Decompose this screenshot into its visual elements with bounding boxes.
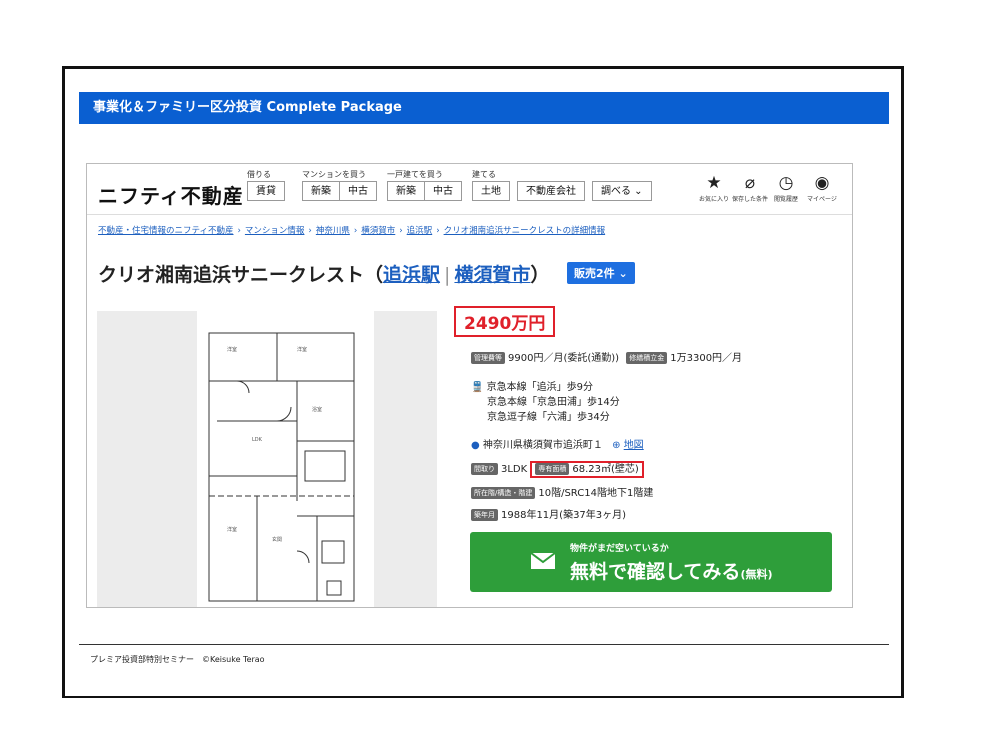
property-page-screenshot: ニフティ不動産 借りる 賃貸 マンションを買う 新築 中古 一戸建てを買う 新築… [86,163,853,608]
page-title: クリオ湘南追浜サニークレスト（追浜駅 | 横須賀市） [98,260,549,287]
floorplan-image[interactable]: 洋室 洋室 LDK 浴室 洋室 玄関 [97,311,437,607]
nav-mansion-used-button[interactable]: 中古 [339,181,377,201]
nav-caption: 一戸建てを買う [387,170,443,179]
history-icon: ◷ [778,173,794,193]
built-tag: 築年月 [471,509,498,521]
breadcrumb: 不動産・住宅情報のニフティ不動産 › マンション情報 › 神奈川県 › 横須賀市 › 追浜駅 › ク… [98,224,605,236]
address-row: ● 神奈川県横須賀市追浜町１ ⊕ 地図 [471,436,644,451]
svg-text:LDK: LDK [252,437,263,443]
favorites-button[interactable]: ★ お気に入り [696,172,732,203]
paperclip-icon: ⌀ [744,173,756,193]
history-label: 閲覧履歴 [773,196,798,203]
nav-group-rent: 借りる 賃貸 [247,169,285,201]
repair-fund-tag: 修繕積立金 [626,352,668,364]
chevron-right-icon: › [436,226,440,236]
saved-conditions-label: 保存した条件 [732,196,769,203]
nav-caption: 借りる [247,170,271,179]
mgmt-fee-tag: 管理費等 [471,352,505,364]
nav-land-button[interactable]: 土地 [472,181,510,201]
crosshair-icon: ⊕ [612,440,621,451]
svg-text:浴室: 浴室 [312,406,322,413]
cta-label: 無料で確認してみる(無料) [570,561,773,583]
area-value: 68.23㎡(壁芯) [572,464,639,475]
map-pin-icon: ● [471,440,480,451]
nav-caption: マンションを買う [302,170,366,179]
access-line: 京急逗子線「六浦」歩34分 [487,412,610,423]
breadcrumb-city[interactable]: 横須賀市 [361,226,395,236]
floor-row: 所在階/構造・階建 10階/SRC14階地下1階建 [471,484,653,499]
title-close: ） [530,264,550,286]
slide: 事業化＆ファミリー区分投資 Complete Package ニフティ不動産 借… [62,66,904,698]
star-icon: ★ [706,173,722,193]
layout-tag: 間取り [471,463,498,475]
city-link[interactable]: 横須賀市 [454,264,530,286]
header-divider [87,214,852,215]
chevron-right-icon: › [308,226,312,236]
area-tag: 専有面積 [535,463,570,475]
saved-conditions-button[interactable]: ⌀ 保存した条件 [732,172,768,203]
mypage-label: マイページ [807,196,837,203]
slide-footer: プレミア投資部特別セミナー ©Keisuke Terao [90,655,265,664]
mail-icon [530,552,556,569]
nav-agency-button[interactable]: 不動産会社 [517,181,585,201]
station-link[interactable]: 追浜駅 [383,264,440,286]
access-list: 🚆 京急本線「追浜」歩9分 京急本線「京急田浦」歩14分 京急逗子線「六浦」歩3… [471,378,620,423]
property-name: クリオ湘南追浜サニークレスト（ [98,264,384,286]
layout-row: 間取り 3LDK 専有面積 68.23㎡(壁芯) [471,460,644,478]
user-icon: ◉ [814,173,830,193]
access-line: 京急本線「京急田浦」歩14分 [487,397,620,408]
breadcrumb-current[interactable]: クリオ湘南追浜サニークレストの詳細情報 [444,226,606,236]
favorites-label: お気に入り [698,196,729,203]
cta-suffix: (無料) [740,568,773,581]
area-highlight: 専有面積 68.23㎡(壁芯) [530,461,644,478]
svg-text:玄関: 玄関 [272,536,282,543]
train-icon: 🚆 [471,382,484,393]
nav-group-house: 一戸建てを買う 新築 中古 [387,169,462,201]
breadcrumb-home[interactable]: 不動産・住宅情報のニフティ不動産 [98,226,234,236]
breadcrumb-station[interactable]: 追浜駅 [407,226,433,236]
check-availability-button[interactable]: 物件がまだ空いているか 無料で確認してみる(無料) [470,532,832,592]
slide-banner: 事業化＆ファミリー区分投資 Complete Package [79,92,889,124]
nav-caption: 建てる [472,170,496,179]
chevron-right-icon: › [237,226,241,236]
user-toolbar: ★ お気に入り ⌀ 保存した条件 ◷ 閲覧履歴 ◉ マイページ [696,172,840,203]
chevron-right-icon: › [353,226,358,236]
nav-rent-button[interactable]: 賃貸 [247,181,285,201]
price-label: 2490万円 [454,306,556,337]
svg-text:洋室: 洋室 [227,526,237,533]
breadcrumb-mansion[interactable]: マンション情報 [245,226,305,236]
built-row: 築年月 1988年11月(築37年3ヶ月) [471,506,626,521]
svg-text:洋室: 洋室 [297,346,307,353]
nav-group-build: 建てる 土地 不動産会社 調べる ⌄ [472,169,652,201]
nav-research-dropdown[interactable]: 調べる ⌄ [592,181,652,201]
chevron-right-icon: › [399,226,403,236]
floorplan-drawing: 洋室 洋室 LDK 浴室 洋室 玄関 [197,311,374,607]
nav-house-new-button[interactable]: 新築 [387,181,425,201]
floor-tag: 所在階/構造・階建 [471,487,536,499]
site-logo[interactable]: ニフティ不動産 [98,180,244,209]
layout-value: 3LDK [501,464,528,475]
sale-count-dropdown[interactable]: 販売2件 ⌄ [567,262,635,284]
title-separator: | [444,264,451,286]
map-link[interactable]: 地図 [624,440,644,451]
floor-value: 10階/SRC14階地下1階建 [538,488,654,499]
access-line: 京急本線「追浜」歩9分 [486,382,594,393]
footer-divider [79,644,889,645]
mypage-button[interactable]: ◉ マイページ [804,172,840,203]
built-value: 1988年11月(築37年3ヶ月) [501,510,627,521]
fee-row: 管理費等 9900円／月(委託(通勤)) 修繕積立金 1万3300円／月 [471,349,742,364]
address-text: 神奈川県横須賀市追浜町１ [482,440,603,451]
nav-house-used-button[interactable]: 中古 [424,181,462,201]
cta-subtext: 物件がまだ空いているか [570,544,669,554]
nav-group-mansion: マンションを買う 新築 中古 [302,169,377,201]
history-button[interactable]: ◷ 閲覧履歴 [768,172,804,203]
repair-fund-value: 1万3300円／月 [670,353,743,364]
breadcrumb-prefecture[interactable]: 神奈川県 [316,226,350,236]
nav-mansion-new-button[interactable]: 新築 [302,181,340,201]
svg-text:洋室: 洋室 [227,346,237,353]
mgmt-fee-value: 9900円／月(委託(通勤)) [508,353,620,364]
